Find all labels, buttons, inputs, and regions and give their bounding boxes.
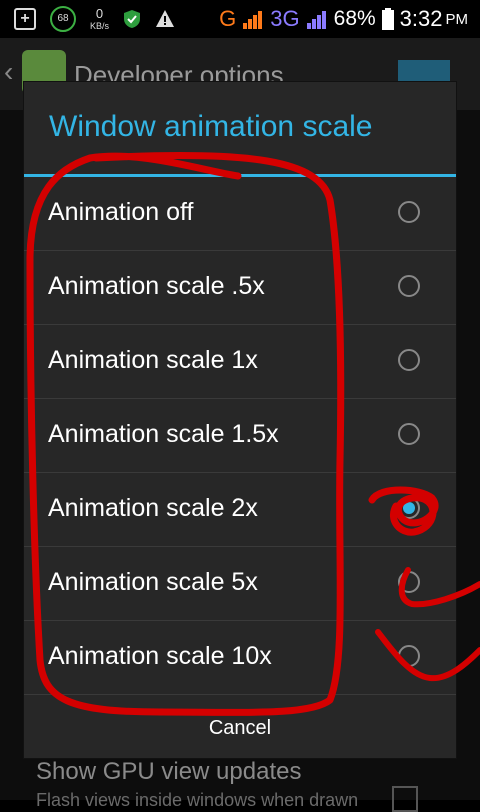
data-speed-value: 0 — [95, 6, 104, 21]
option-scale-1x[interactable]: Animation scale 1x — [24, 325, 456, 399]
back-chevron-icon[interactable]: ‹ — [4, 56, 13, 88]
cancel-button[interactable]: Cancel — [24, 698, 456, 758]
bg-setting-checkbox[interactable] — [392, 786, 418, 812]
battery-percent: 68% — [333, 7, 376, 30]
signal-strength-icon-2 — [306, 11, 326, 29]
status-left-icons: + 68 0 KB/s — [14, 6, 175, 32]
warning-icon — [156, 10, 175, 27]
status-bar: + 68 0 KB/s G 3G 68% 3:32 PM — [0, 0, 480, 38]
option-label: Animation scale 1.5x — [48, 420, 279, 448]
option-label: Animation scale .5x — [48, 272, 265, 300]
option-label: Animation scale 2x — [48, 494, 258, 522]
option-scale-5x[interactable]: Animation scale 5x — [24, 547, 456, 621]
ring-counter-icon: 68 — [50, 6, 76, 32]
radio-button[interactable] — [398, 275, 420, 297]
radio-button[interactable] — [398, 497, 420, 519]
option-label: Animation scale 1x — [48, 346, 258, 374]
carrier-g-label: G — [219, 6, 237, 31]
status-right-icons: G 3G 68% 3:32 PM — [219, 4, 468, 34]
bg-setting-subtitle: Flash views inside windows when drawn — [36, 790, 359, 810]
signal-strength-icon-1 — [243, 11, 263, 29]
bg-setting-title: Show GPU view updates — [36, 758, 302, 785]
network-3g-label: 3G — [270, 6, 300, 31]
clock-ampm: PM — [445, 10, 469, 28]
radio-button[interactable] — [398, 423, 420, 445]
battery-icon — [381, 8, 394, 30]
option-scale-0-5x[interactable]: Animation scale .5x — [24, 251, 456, 325]
radio-button[interactable] — [398, 349, 420, 371]
data-speed: 0 KB/s — [90, 6, 110, 32]
shield-icon — [124, 10, 141, 28]
option-label: Animation scale 10x — [48, 642, 272, 670]
option-scale-10x[interactable]: Animation scale 10x — [24, 621, 456, 695]
animation-scale-dialog: Window animation scale Animation off Ani… — [24, 82, 456, 758]
dialog-title: Window animation scale — [49, 110, 373, 143]
option-animation-off[interactable]: Animation off — [24, 177, 456, 251]
radio-button[interactable] — [398, 201, 420, 223]
radio-button[interactable] — [398, 645, 420, 667]
option-scale-1-5x[interactable]: Animation scale 1.5x — [24, 399, 456, 473]
data-speed-unit: KB/s — [90, 21, 110, 31]
clock-time: 3:32 — [399, 6, 443, 31]
option-list: Animation off Animation scale .5x Animat… — [24, 177, 456, 695]
option-label: Animation scale 5x — [48, 568, 258, 596]
option-label: Animation off — [48, 198, 194, 226]
option-scale-2x[interactable]: Animation scale 2x — [24, 473, 456, 547]
radio-button[interactable] — [398, 571, 420, 593]
plus-icon: + — [14, 8, 36, 30]
